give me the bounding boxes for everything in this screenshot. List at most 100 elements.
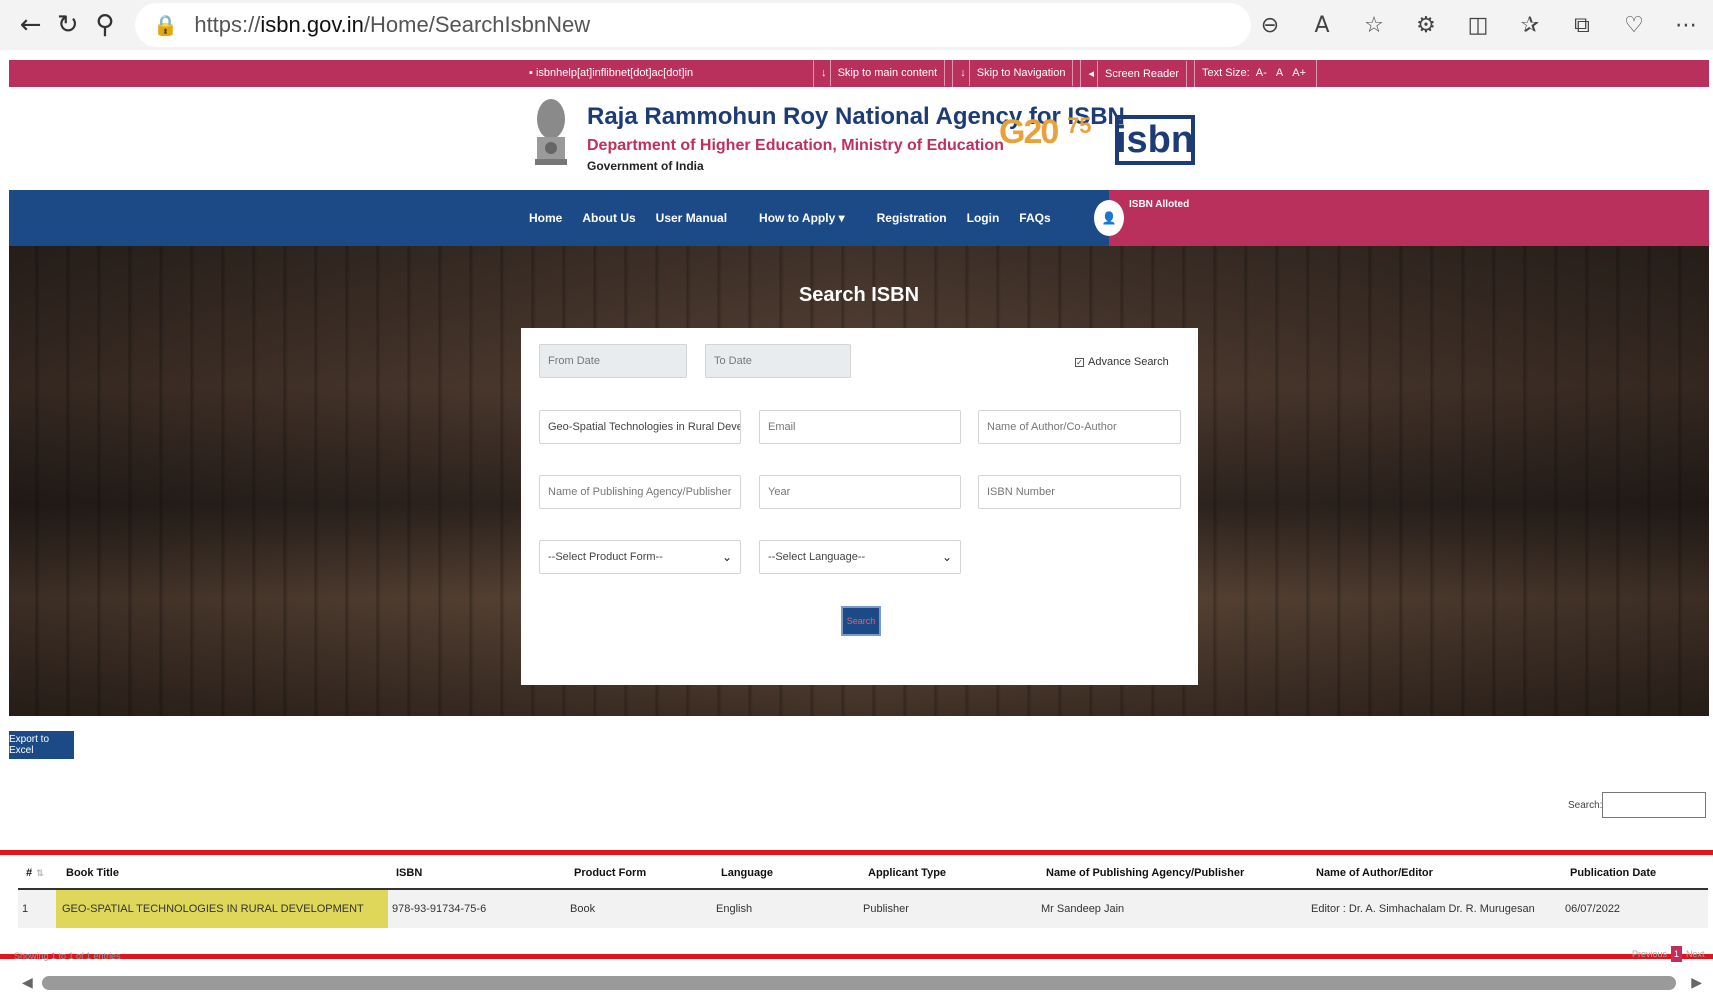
nav-accent [1109,190,1709,246]
text-size-decrease[interactable]: A- [1253,67,1270,79]
skip-nav-link[interactable]: ↓ Skip to Navigation [952,60,1080,87]
address-bar[interactable]: 🔒 https://isbn.gov.in/Home/SearchIsbnNew [135,3,1251,47]
nav-user-manual[interactable]: User Manual [656,211,727,225]
skip-main-link[interactable]: ↓ Skip to main content [813,60,952,87]
screen-reader-text: Screen Reader [1097,61,1188,87]
advance-search-toggle[interactable]: ✓ Advance Search [1075,356,1169,368]
book-title-input[interactable]: Geo-Spatial Technologies in Rural Deve [539,410,741,444]
back-arrow-icon[interactable]: ← [12,5,49,45]
health-icon[interactable]: ♡ [1615,6,1653,44]
national-emblem-icon [535,99,567,165]
row-author: Editor : Dr. A. Simhachalam Dr. R. Murug… [1311,903,1535,915]
url-domain: isbn.gov.in [260,12,364,37]
read-aloud-icon[interactable]: A [1303,6,1341,44]
isbn-logo: isbn [1115,115,1195,165]
help-email[interactable]: ▪ isbnhelp[at]inflibnet[dot]ac[dot]in [529,67,693,79]
nav-menu: Home About Us User Manual How to Apply ▾… [529,190,1051,246]
export-excel-button[interactable]: Export to Excel [9,731,74,759]
advance-search-label: Advance Search [1088,356,1169,368]
utility-bar: ▪ isbnhelp[at]inflibnet[dot]ac[dot]in ↓ … [9,60,1709,87]
current-page-button[interactable]: 1 [1671,946,1683,962]
nav-faqs[interactable]: FAQs [1019,211,1050,225]
col-author[interactable]: Name of Author/Editor [1316,858,1433,888]
search-hero: Search ISBN From Date To Date ✓ Advance … [9,246,1709,716]
to-date-input[interactable]: To Date [705,344,851,378]
table-row[interactable]: 1 GEO-SPATIAL TECHNOLOGIES IN RURAL DEVE… [18,890,1708,928]
col-language[interactable]: Language [721,858,773,888]
row-language: English [716,903,753,915]
isbn-number-input[interactable]: ISBN Number [978,475,1181,509]
split-screen-icon[interactable]: ◫ [1459,6,1497,44]
from-date-input[interactable]: From Date [539,344,687,378]
col-publication-date-label: Publication Date [1570,867,1657,879]
collections-icon[interactable]: ⧉ [1563,6,1601,44]
chevron-down-icon: ⌄ [941,550,952,564]
publisher-input[interactable]: Name of Publishing Agency/Publisher [539,475,741,509]
reload-icon[interactable]: ↻ [49,5,86,45]
scroll-right-icon[interactable]: ▶ [1691,975,1702,991]
col-language-label: Language [721,867,773,879]
col-number-label: # [26,867,33,879]
col-isbn-label: ISBN [396,867,423,879]
prev-page-button[interactable]: Previous [1632,949,1667,959]
table-header: # ⇅ Book Title ISBN Product Form Language… [18,858,1708,890]
site-header: Raja Rammohun Roy National Agency for IS… [9,87,1709,190]
author-input[interactable]: Name of Author/Co-Author [978,410,1181,444]
search-title: Search ISBN [798,284,920,306]
favorites-list-icon[interactable]: ✰ [1511,6,1549,44]
product-form-select[interactable]: --Select Product Form-- ⌄ [539,540,741,574]
nav-home[interactable]: Home [529,211,562,225]
row-number: 1 [22,903,29,915]
col-number[interactable]: # ⇅ [26,858,44,888]
skip-nav-text: Skip to Navigation [968,60,1074,86]
search-icon[interactable]: ⚲ [86,5,123,45]
favorite-star-icon[interactable]: ☆ [1355,6,1393,44]
extensions-icon[interactable]: ⚙ [1407,6,1445,44]
next-page-button[interactable]: Next [1686,949,1705,959]
skip-main-text: Skip to main content [829,60,946,86]
url-prefix: https:// [194,12,261,37]
table-search-input[interactable] [1602,792,1706,818]
col-book-title[interactable]: Book Title [66,858,119,888]
row-isbn: 978-93-91734-75-6 [392,903,487,915]
col-publication-date[interactable]: Publication Date [1570,858,1656,888]
col-product-form-label: Product Form [574,867,647,879]
lock-icon: 🔒 [153,13,179,37]
row-publication-date: 06/07/2022 [1565,903,1621,915]
col-publisher[interactable]: Name of Publishing Agency/Publisher [1046,858,1244,888]
row-publisher: Mr Sandeep Jain [1041,903,1125,915]
search-form: From Date To Date ✓ Advance Search Geo-S… [521,328,1198,685]
language-select[interactable]: --Select Language-- ⌄ [759,540,961,574]
col-applicant-type[interactable]: Applicant Type [868,858,946,888]
product-form-value: --Select Product Form-- [548,551,663,563]
more-icon[interactable]: ⋯ [1667,6,1705,44]
nav-login[interactable]: Login [967,211,1000,225]
advance-search-checkbox[interactable]: ✓ [1075,357,1084,367]
text-size-increase[interactable]: A+ [1289,67,1309,79]
main-navigation: Home About Us User Manual How to Apply ▾… [9,190,1709,246]
table-info: Showing 1 to 1 of 1 entries [14,951,121,961]
nav-how-to-apply[interactable]: How to Apply ▾ [759,211,845,225]
horizontal-scrollbar[interactable]: ◀ ▶ [22,972,1702,992]
language-value: --Select Language-- [768,551,866,563]
col-isbn[interactable]: ISBN [396,858,422,888]
year-input[interactable]: Year [759,475,961,509]
pagination: Previous 1 Next [1632,946,1705,962]
nav-registration[interactable]: Registration [877,211,947,225]
isbn-alloted-label: ISBN Alloted [1129,199,1190,210]
zoom-out-icon[interactable]: ⊖ [1251,6,1289,44]
scrollbar-thumb[interactable] [42,976,1676,990]
url-path: /Home/SearchIsbnNew [363,12,591,37]
search-button[interactable]: Search [841,606,881,636]
email-input[interactable]: Email [759,410,961,444]
row-product-form: Book [570,903,596,915]
chevron-down-icon: ⌄ [721,550,732,564]
col-product-form[interactable]: Product Form [574,858,646,888]
government-name: Government of India [587,159,704,173]
nav-about-us[interactable]: About Us [582,211,635,225]
accessibility-links: ↓ Skip to main content ↓ Skip to Navigat… [813,60,1318,87]
text-size-normal[interactable]: A [1273,67,1286,79]
screen-reader-link[interactable]: ◂ Screen Reader [1080,60,1194,87]
text-size-label: Text Size: [1202,67,1250,79]
scroll-left-icon[interactable]: ◀ [22,975,33,991]
